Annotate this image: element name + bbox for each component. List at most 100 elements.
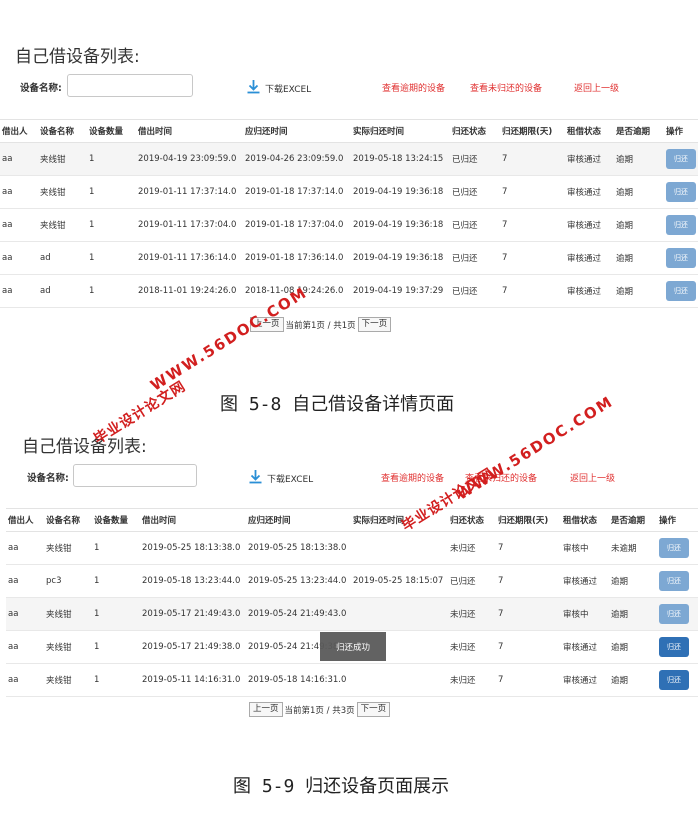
fig2-download-excel-link[interactable]: 下载EXCEL	[248, 469, 313, 487]
table-cell: 未归还	[448, 597, 496, 631]
table-cell: 逾期	[614, 208, 664, 242]
table-cell: 2019-01-11 17:36:14.0	[136, 241, 243, 275]
fig2-prev-page-button[interactable]: 上一页	[249, 702, 283, 717]
action-cell: 归还	[664, 208, 698, 242]
action-cell: 归还	[657, 597, 698, 631]
table-cell	[351, 663, 448, 697]
table-cell: 2019-04-26 23:09:59.0	[243, 142, 351, 176]
table-cell: 审核通过	[565, 208, 614, 242]
table-cell: 逾期	[609, 564, 657, 598]
table-cell: 2019-04-19 19:37:29	[351, 274, 450, 308]
fig1-next-page-button[interactable]: 下一页	[357, 317, 392, 332]
table-cell: 2019-01-18 17:37:04.0	[243, 208, 351, 242]
table-cell: 2019-05-24 21:49:43.0	[246, 597, 351, 631]
table-cell: 7	[496, 597, 561, 631]
download-label: 下载EXCEL	[265, 84, 312, 95]
table-cell: 夹线钳	[38, 208, 87, 242]
table-row: aa pc3 1 2019-05-18 13:23:44.0 2019-05-25 13…	[6, 564, 698, 598]
fig2-success-toast: 归还成功	[320, 632, 386, 661]
table-cell: 7	[496, 663, 561, 697]
fig1-caption: 图 5-8 自己借设备详情页面	[220, 394, 455, 415]
table-cell: 未归还	[448, 630, 496, 664]
fig2-page-info: 当前第1页 / 共3页	[284, 705, 355, 716]
return-button[interactable]: 归还	[659, 670, 689, 690]
table-cell: 2019-01-11 17:37:14.0	[136, 175, 243, 209]
column-header: 归还状态	[450, 119, 500, 143]
fig2-search-input[interactable]	[73, 464, 197, 487]
table-cell: 夹线钳	[44, 663, 92, 697]
table-cell: 1	[92, 564, 140, 598]
return-button[interactable]: 归还	[659, 637, 689, 657]
table-cell: 已归还	[450, 175, 500, 209]
return-button[interactable]: 归还	[666, 248, 696, 268]
table-cell: 审核中	[561, 531, 609, 565]
return-button[interactable]: 归还	[659, 571, 689, 591]
action-cell: 归还	[664, 142, 698, 176]
return-button[interactable]: 归还	[666, 281, 696, 301]
table-cell: 审核通过	[565, 175, 614, 209]
column-header: 操作	[664, 119, 698, 143]
table-cell: 7	[496, 630, 561, 664]
return-button[interactable]: 归还	[666, 149, 696, 169]
fig2-back-link[interactable]: 返回上一级	[570, 471, 615, 484]
action-cell: 归还	[664, 274, 698, 308]
column-header: 租借状态	[565, 119, 614, 143]
action-cell: 归还	[657, 663, 698, 697]
table-row: aa 夹线钳 1 2019-01-11 17:37:04.0 2019-01-18 17…	[0, 208, 698, 242]
table-row: aa 夹线钳 1 2019-05-17 21:49:43.0 2019-05-24 21…	[6, 597, 698, 631]
table-cell: 已归还	[450, 274, 500, 308]
table-cell: 未逾期	[609, 531, 657, 565]
fig1-download-excel-link[interactable]: 下载EXCEL	[246, 79, 311, 97]
column-header: 设备名称	[44, 508, 92, 532]
column-header: 归还期限(天)	[500, 119, 565, 143]
fig1-page-info: 当前第1页 / 共1页	[285, 320, 356, 331]
table-cell: 夹线钳	[44, 630, 92, 664]
table-cell: 已归还	[450, 241, 500, 275]
table-cell: aa	[6, 630, 44, 664]
table-cell: ad	[38, 274, 87, 308]
table-cell: 1	[87, 208, 136, 242]
table-cell: 未归还	[448, 663, 496, 697]
fig2-header-row: 借出人 设备名称 设备数量 借出时间 应归还时间 实际归还时间 归还状态 归还期限(天) 租借状…	[6, 508, 698, 532]
table-cell: aa	[0, 142, 38, 176]
return-button[interactable]: 归还	[659, 538, 689, 558]
table-cell: 2019-05-25 13:23:44.0	[246, 564, 351, 598]
table-cell: 审核通过	[565, 142, 614, 176]
return-button[interactable]: 归还	[666, 182, 696, 202]
table-cell: 7	[500, 208, 565, 242]
column-header: 设备名称	[38, 119, 87, 143]
table-cell: 1	[87, 142, 136, 176]
table-cell: 2019-05-25 18:15:07	[351, 564, 448, 598]
column-header: 借出人	[6, 508, 44, 532]
table-cell: 逾期	[614, 241, 664, 275]
table-cell: 未归还	[448, 531, 496, 565]
table-cell: 2019-01-18 17:37:14.0	[243, 175, 351, 209]
fig1-back-link[interactable]: 返回上一级	[574, 81, 619, 94]
table-cell: 2019-01-18 17:36:14.0	[243, 241, 351, 275]
fig1-header-row: 借出人 设备名称 设备数量 借出时间 应归还时间 实际归还时间 归还状态 归还期限(天) 租借状…	[0, 119, 698, 143]
table-cell: 1	[87, 241, 136, 275]
column-header: 操作	[657, 508, 698, 532]
fig2-next-page-button[interactable]: 下一页	[356, 702, 391, 717]
table-cell: 已归还	[450, 142, 500, 176]
table-cell: 2019-04-19 19:36:18	[351, 175, 450, 209]
table-cell	[351, 597, 448, 631]
table-cell: 审核通过	[565, 241, 614, 275]
table-cell: 夹线钳	[44, 597, 92, 631]
action-cell: 归还	[664, 175, 698, 209]
return-button[interactable]: 归还	[659, 604, 689, 624]
fig2-view-overdue-link[interactable]: 查看逾期的设备	[381, 471, 444, 484]
table-row: aa 夹线钳 1 2019-04-19 23:09:59.0 2019-04-26 23…	[0, 142, 698, 176]
fig1-view-unreturned-link[interactable]: 查看未归还的设备	[470, 81, 542, 94]
fig1-view-overdue-link[interactable]: 查看逾期的设备	[382, 81, 445, 94]
column-header: 借出时间	[140, 508, 246, 532]
fig1-borrow-table: 借出人 设备名称 设备数量 借出时间 应归还时间 实际归还时间 归还状态 归还期限(天) 租借状…	[0, 119, 698, 308]
table-cell: 审核通过	[561, 564, 609, 598]
action-cell: 归还	[657, 630, 698, 664]
table-cell: aa	[6, 564, 44, 598]
return-button[interactable]: 归还	[666, 215, 696, 235]
fig1-search-input[interactable]	[67, 74, 193, 97]
column-header: 借出时间	[136, 119, 243, 143]
table-cell: 7	[500, 142, 565, 176]
table-row: aa ad 1 2018-11-01 19:24:26.0 2018-11-08 19:…	[0, 274, 698, 308]
